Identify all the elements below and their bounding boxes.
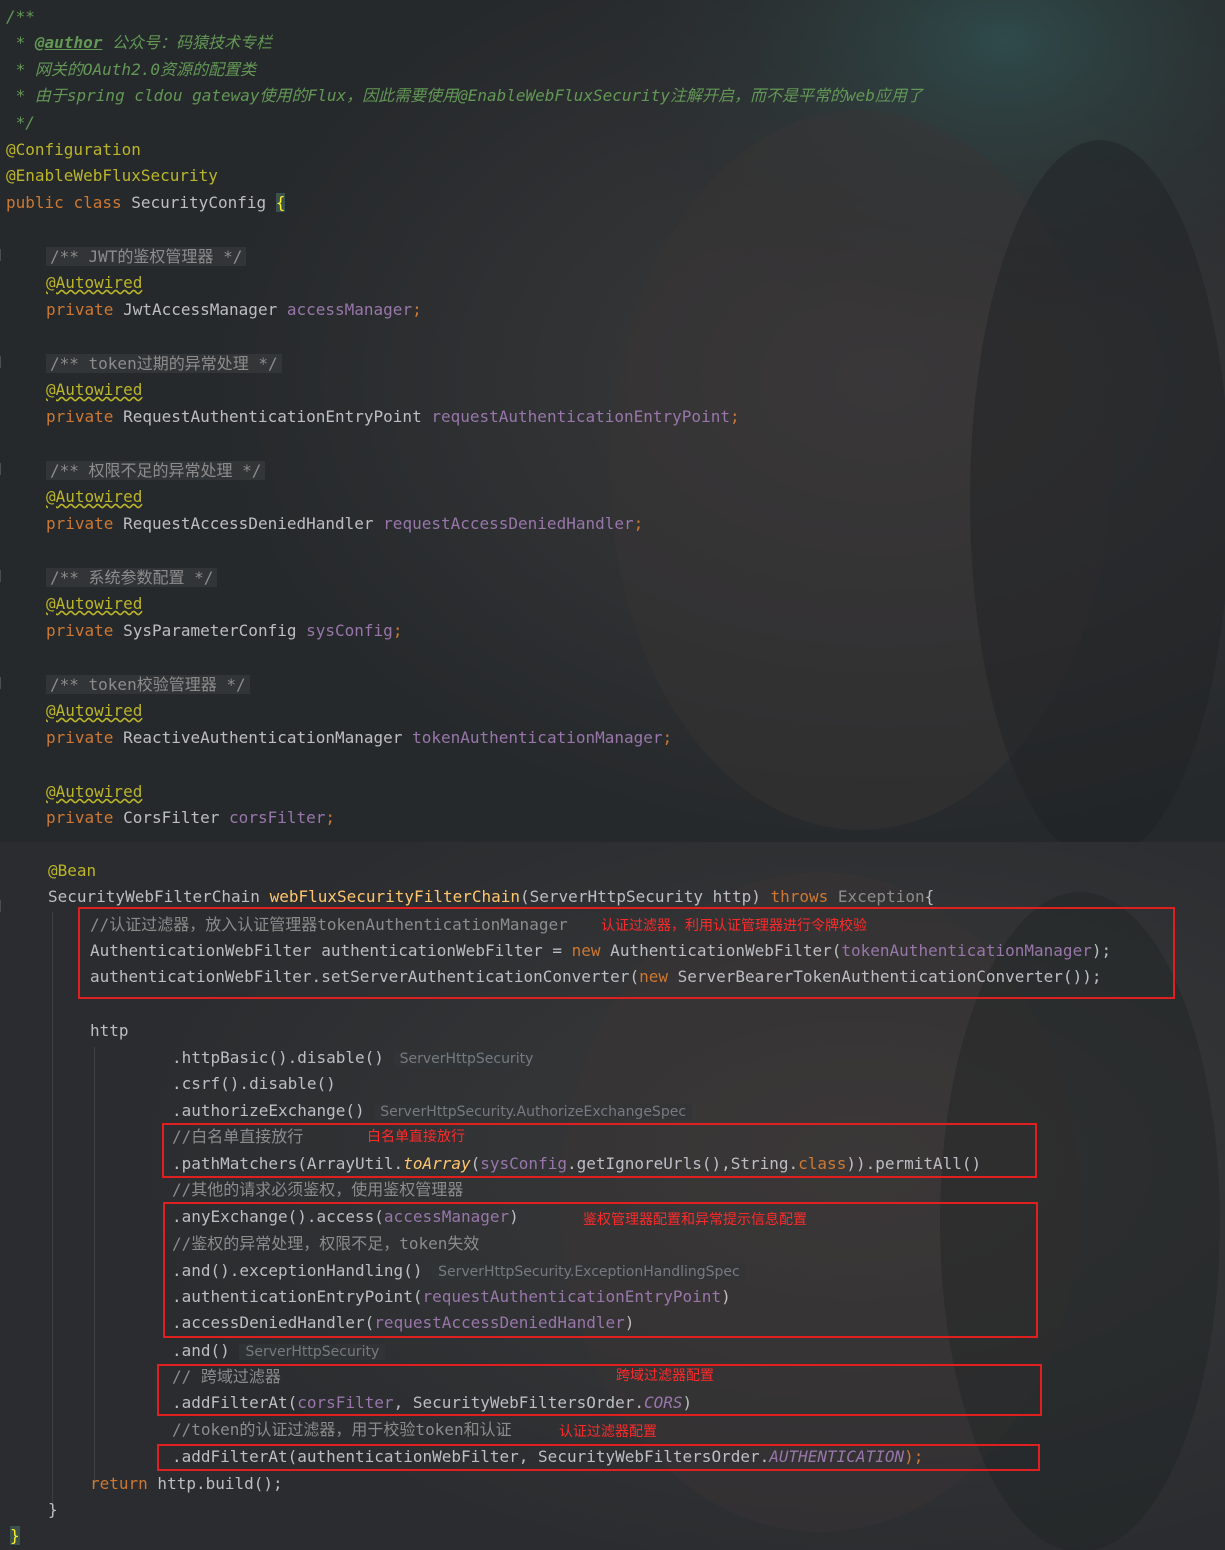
code-editor-top-pane[interactable]: /** * @author 公众号：码猿技术专栏 * 网关的OAuth2.0资源…: [0, 0, 1225, 842]
field-comment-entry-point: /** token过期的异常处理 */: [46, 351, 282, 377]
class-close-brace: }: [10, 1526, 20, 1545]
indent-guide: [52, 912, 53, 1512]
open-brace: {: [275, 193, 286, 212]
configuration-annotation: @Configuration: [6, 140, 141, 159]
field-cors-filter: private CorsFilter corsFilter;: [46, 808, 336, 827]
whitelist-note: 白名单直接放行: [367, 1129, 465, 1145]
authorize-exchange-line: .authorizeExchange() ServerHttpSecurity.…: [172, 1098, 693, 1124]
field-annotation: @Autowired: [46, 782, 143, 801]
field-entry-point: private RequestAuthenticationEntryPoint …: [46, 407, 740, 426]
field-annotation: @Autowired: [46, 701, 143, 720]
auth-filter-note: 认证过滤器，利用认证管理器进行令牌校验: [601, 918, 867, 934]
doc-author-line: * @author 公众号：码猿技术专栏: [6, 33, 272, 52]
and-line: .and() ServerHttpSecurity: [172, 1338, 386, 1364]
field-comment-token-manager: /** token校验管理器 */: [46, 672, 250, 698]
code-top: /** * @author 公众号：码猿技术专栏 * 网关的OAuth2.0资源…: [0, 0, 1225, 842]
method-close-brace: }: [48, 1500, 58, 1519]
fold-marker[interactable]: [0, 249, 5, 261]
field-comment-denied-handler: /** 权限不足的异常处理 */: [46, 458, 266, 484]
class-declaration: public class SecurityConfig {: [6, 193, 286, 212]
code-editor-bottom-pane[interactable]: @Bean SecurityWebFilterChain webFluxSecu…: [0, 842, 1225, 1550]
type-hint: ServerHttpSecurity: [239, 1344, 386, 1360]
field-token-manager: private ReactiveAuthenticationManager to…: [46, 728, 673, 747]
field-comment-access-manager: /** JWT的鉴权管理器 */: [46, 244, 247, 270]
whitelist-highlight-box: [162, 1123, 1037, 1178]
field-annotation: @Autowired: [46, 487, 143, 506]
field-access-manager: private JwtAccessManager accessManager;: [46, 300, 422, 319]
enable-webflux-annotation: @EnableWebFluxSecurity: [6, 166, 218, 185]
field-sys-config: private SysParameterConfig sysConfig;: [46, 621, 403, 640]
indent-guide: [94, 1047, 95, 1487]
auth-config-highlight-box: [157, 1444, 1040, 1471]
return-line: return http.build();: [90, 1474, 283, 1493]
field-annotation: @Autowired: [46, 380, 143, 399]
fold-marker[interactable]: [0, 570, 5, 582]
http-basic-line: .httpBasic().disable() ServerHttpSecurit…: [172, 1045, 540, 1071]
type-hint: ServerHttpSecurity.AuthorizeExchangeSpec: [374, 1104, 693, 1120]
fold-marker[interactable]: [0, 900, 5, 912]
token-filter-comment: //token的认证过滤器，用于校验token和认证: [172, 1420, 512, 1439]
access-note: 鉴权管理器配置和异常提示信息配置: [583, 1212, 807, 1228]
type-hint: ServerHttpSecurity: [393, 1051, 540, 1067]
bean-annotation: @Bean: [48, 861, 97, 880]
doc-desc-line: * 网关的OAuth2.0资源的配置类: [6, 60, 256, 79]
field-annotation: @Autowired: [46, 594, 143, 613]
other-requests-comment: //其他的请求必须鉴权，使用鉴权管理器: [172, 1180, 464, 1199]
author-tag[interactable]: @author: [35, 33, 102, 52]
cors-highlight-box: [157, 1364, 1042, 1416]
csrf-line: .csrf().disable(): [172, 1074, 336, 1093]
fold-marker[interactable]: [0, 463, 5, 475]
doc-flux-line: * 由于spring cldou gateway使用的Flux，因此需要使用@E…: [6, 86, 923, 105]
field-annotation: @Autowired: [46, 273, 143, 292]
code-bottom: @Bean SecurityWebFilterChain webFluxSecu…: [0, 842, 1225, 1550]
auth-config-note: 认证过滤器配置: [559, 1424, 657, 1440]
http-variable: http: [90, 1021, 129, 1040]
field-denied-handler: private RequestAccessDeniedHandler reque…: [46, 514, 644, 533]
fold-marker[interactable]: [0, 356, 5, 368]
doc-close: */: [6, 113, 35, 132]
fold-marker[interactable]: [0, 677, 5, 689]
field-comment-sys-config: /** 系统参数配置 */: [46, 565, 218, 591]
doc-open: /**: [6, 7, 35, 26]
cors-note: 跨域过滤器配置: [616, 1368, 714, 1384]
